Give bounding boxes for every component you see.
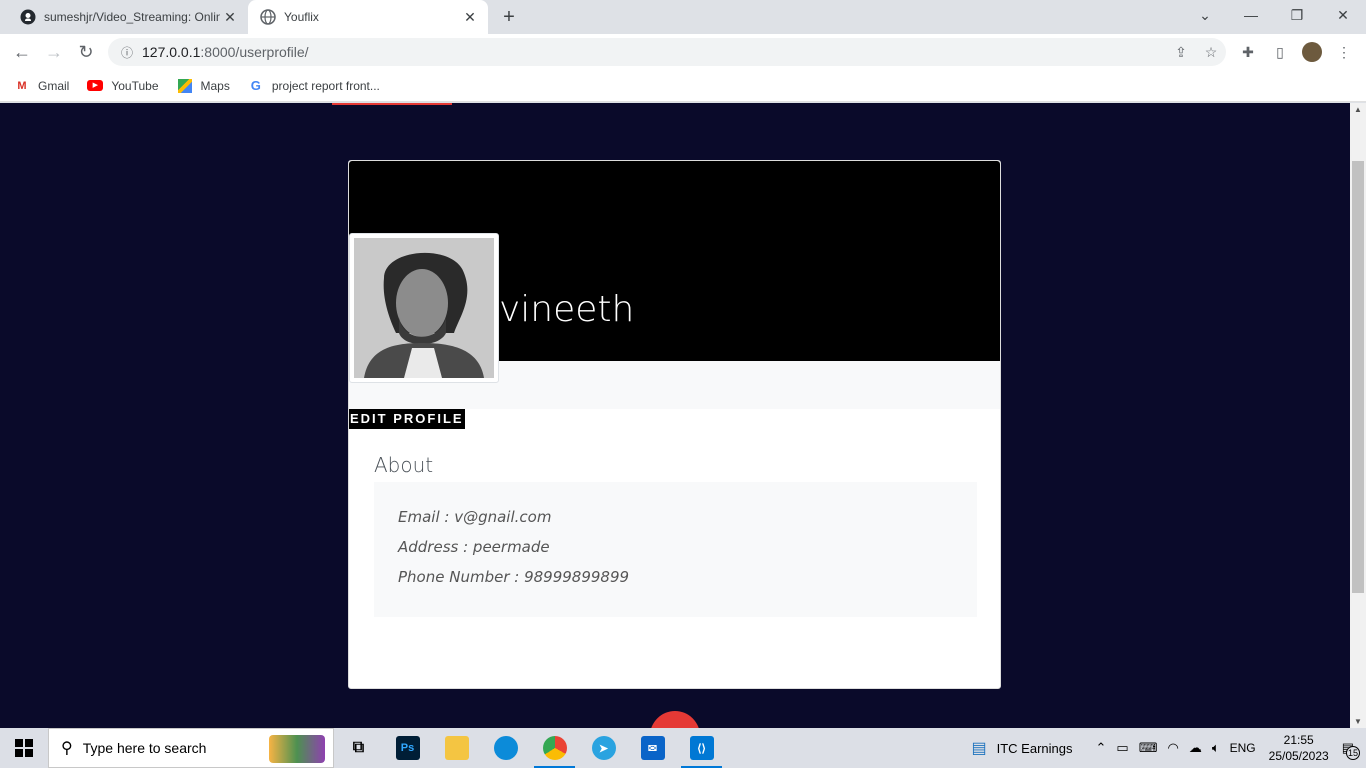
close-tab-icon[interactable]: ✕ bbox=[460, 9, 480, 26]
profile-card: vineeth EDIT PROFILE About Email : v@gna… bbox=[348, 160, 1001, 689]
taskbar-chrome[interactable] bbox=[530, 728, 579, 768]
clock-date: 25/05/2023 bbox=[1268, 749, 1329, 763]
system-tray: ▤ ITC Earnings ⌃ ▭ ⌨ ◠ ☁ 🔈︎ ENG 21:55 25… bbox=[967, 728, 1366, 768]
task-view-button[interactable]: ⧉ bbox=[334, 728, 383, 768]
share-icon[interactable]: ⇪ bbox=[1166, 44, 1196, 61]
minimize-button[interactable]: — bbox=[1228, 0, 1274, 30]
bookmark-youtube[interactable]: ▶ YouTube bbox=[87, 78, 159, 94]
taskbar-photoshop[interactable]: Ps bbox=[383, 728, 432, 768]
chevron-down-icon[interactable]: ⌄ bbox=[1182, 0, 1228, 30]
search-placeholder: Type here to search bbox=[82, 740, 207, 756]
notification-icon[interactable]: ▤15 bbox=[1342, 740, 1360, 760]
photoshop-icon: Ps bbox=[395, 736, 420, 760]
tab-youflix[interactable]: Youflix ✕ bbox=[248, 0, 488, 34]
language-indicator[interactable]: ENG bbox=[1230, 741, 1256, 755]
restore-button[interactable]: ❐ bbox=[1274, 0, 1320, 30]
telegram-icon: ➤ bbox=[591, 736, 616, 760]
edge-icon bbox=[493, 736, 518, 760]
profile-username: vineeth bbox=[499, 289, 635, 330]
bookmark-gmail[interactable]: M Gmail bbox=[14, 78, 69, 94]
search-highlight-icon[interactable] bbox=[269, 735, 325, 763]
meet-icon[interactable]: ⌨ bbox=[1139, 740, 1158, 756]
bookmark-project-report[interactable]: G project report front... bbox=[248, 78, 380, 94]
scroll-up-icon[interactable]: ▲ bbox=[1350, 105, 1366, 114]
close-window-button[interactable]: ✕ bbox=[1320, 0, 1366, 30]
address-bar[interactable]: ⓘ 127.0.0.1:8000/userprofile/ ⇪ ☆ bbox=[108, 38, 1226, 66]
wifi-icon[interactable]: ◠ bbox=[1167, 740, 1178, 756]
bookmark-label: YouTube bbox=[111, 78, 159, 93]
star-icon[interactable]: ☆ bbox=[1196, 44, 1226, 61]
url-host: 127.0.0.1 bbox=[142, 44, 201, 60]
taskbar-clock[interactable]: 21:55 25/05/2023 bbox=[1269, 732, 1329, 764]
github-icon bbox=[20, 9, 36, 25]
url-path: :8000/userprofile/ bbox=[200, 44, 309, 60]
tray-expand-icon[interactable]: ⌃ bbox=[1096, 740, 1107, 756]
menu-icon[interactable]: ⋮ bbox=[1334, 42, 1354, 62]
chrome-icon bbox=[542, 736, 567, 760]
taskbar-edge[interactable] bbox=[481, 728, 530, 768]
bookmark-label: Maps bbox=[200, 78, 230, 93]
profile-phone: Phone Number : 98999899899 bbox=[398, 568, 630, 586]
youtube-icon: ▶ bbox=[87, 78, 104, 94]
edit-profile-button[interactable]: EDIT PROFILE bbox=[349, 409, 465, 429]
bookmark-label: Gmail bbox=[38, 78, 70, 93]
taskbar-mail[interactable]: ✉ bbox=[628, 728, 677, 768]
url-text: 127.0.0.1:8000/userprofile/ bbox=[142, 44, 1166, 60]
stock-widget-icon[interactable]: ▤ bbox=[972, 738, 987, 758]
back-button[interactable]: ← bbox=[8, 38, 36, 66]
taskbar-telegram[interactable]: ➤ bbox=[579, 728, 628, 768]
browser-tab-bar: sumeshjr/Video_Streaming: Onlin ✕ Youfli… bbox=[0, 0, 1366, 34]
scroll-down-icon[interactable]: ▼ bbox=[1350, 717, 1366, 726]
tab-github[interactable]: sumeshjr/Video_Streaming: Onlin ✕ bbox=[8, 0, 248, 34]
page-scrollbar[interactable]: ▲ ▼ bbox=[1350, 103, 1366, 728]
forward-button[interactable]: → bbox=[40, 38, 68, 66]
profile-photo bbox=[354, 238, 494, 378]
battery-icon[interactable]: ▭ bbox=[1116, 740, 1128, 756]
vscode-icon: ⟨⟩ bbox=[689, 736, 714, 760]
search-icon: ⚲ bbox=[61, 740, 73, 757]
about-heading: About bbox=[374, 453, 434, 477]
windows-start-button[interactable] bbox=[0, 728, 48, 768]
bookmark-label: project report front... bbox=[271, 78, 380, 93]
close-tab-icon[interactable]: ✕ bbox=[220, 9, 240, 26]
extensions-icon[interactable]: ✚ bbox=[1238, 42, 1258, 62]
tab-title: sumeshjr/Video_Streaming: Onlin bbox=[44, 10, 220, 24]
floating-action-button[interactable] bbox=[650, 711, 700, 728]
scrollbar-thumb[interactable] bbox=[1352, 161, 1364, 593]
profile-avatar-icon[interactable] bbox=[1302, 42, 1322, 62]
page-viewport: vineeth EDIT PROFILE About Email : v@gna… bbox=[0, 103, 1350, 728]
clock-time: 21:55 bbox=[1283, 733, 1314, 747]
browser-toolbar: ← → ↻ ⓘ 127.0.0.1:8000/userprofile/ ⇪ ☆ … bbox=[0, 34, 1366, 70]
reload-button[interactable]: ↻ bbox=[72, 38, 100, 66]
gmail-icon: M bbox=[17, 79, 27, 92]
onedrive-icon[interactable]: ☁ bbox=[1189, 740, 1202, 756]
about-section: Email : v@gnail.com Address : peermade P… bbox=[374, 482, 977, 617]
volume-icon[interactable]: 🔈︎ bbox=[1212, 740, 1220, 756]
taskbar-file-explorer[interactable] bbox=[432, 728, 481, 768]
avatar bbox=[349, 233, 499, 383]
profile-address: Address : peermade bbox=[398, 538, 550, 556]
notification-count: 15 bbox=[1346, 746, 1360, 760]
info-icon[interactable]: ⓘ bbox=[112, 44, 142, 61]
google-icon: G bbox=[250, 78, 261, 93]
profile-email: Email : v@gnail.com bbox=[398, 508, 552, 526]
new-tab-button[interactable]: + bbox=[498, 6, 520, 28]
bookmarks-bar: M Gmail ▶ YouTube Maps G project report … bbox=[0, 70, 1366, 102]
folder-icon bbox=[444, 736, 469, 760]
bookmark-maps[interactable]: Maps bbox=[177, 78, 230, 94]
side-panel-icon[interactable]: ▯ bbox=[1270, 42, 1290, 62]
task-view-icon: ⧉ bbox=[352, 739, 365, 756]
maps-icon bbox=[177, 78, 193, 94]
globe-icon bbox=[260, 9, 276, 25]
tab-title: Youflix bbox=[284, 10, 319, 24]
taskbar-vscode[interactable]: ⟨⟩ bbox=[677, 728, 726, 768]
mail-icon: ✉ bbox=[640, 736, 665, 760]
windows-logo-icon bbox=[15, 739, 33, 757]
nav-accent-bar bbox=[332, 103, 452, 105]
taskbar-search-input[interactable]: ⚲ Type here to search bbox=[48, 728, 334, 768]
widget-label[interactable]: ITC Earnings bbox=[997, 741, 1073, 756]
windows-taskbar: ⚲ Type here to search ⧉ Ps ➤ ✉ ⟨⟩ ▤ ITC … bbox=[0, 728, 1366, 768]
